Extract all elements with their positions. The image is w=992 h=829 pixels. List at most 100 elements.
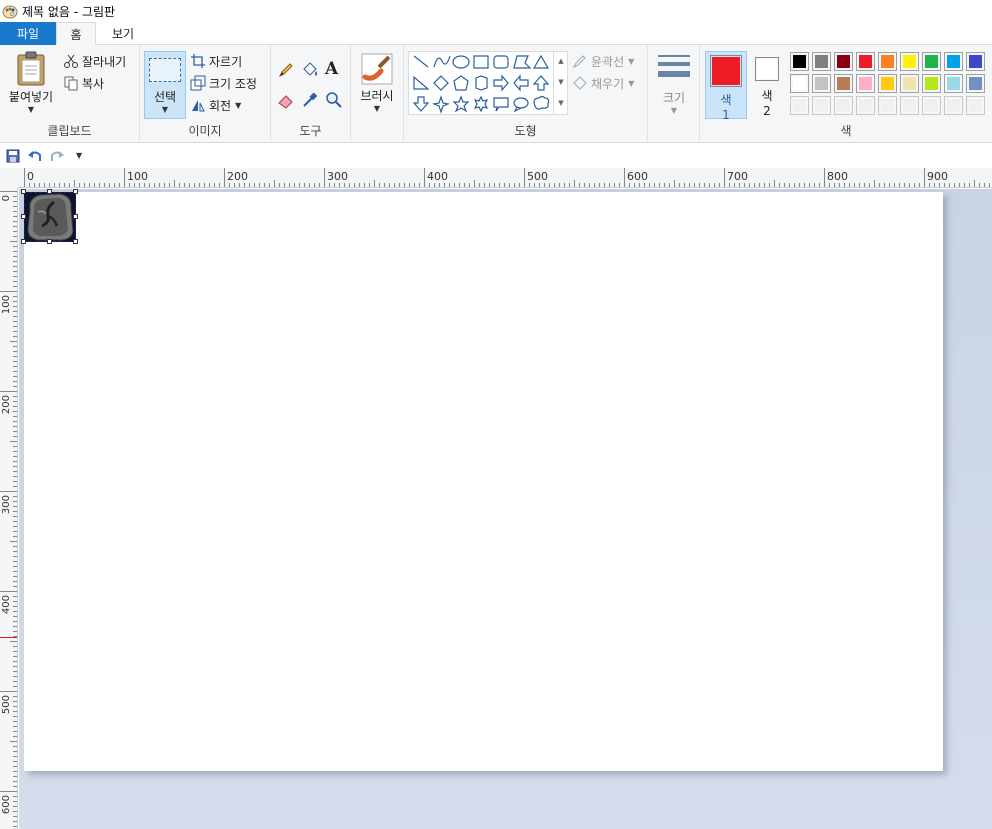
palette-swatch[interactable] [790,52,809,71]
ruler-tick [34,183,35,187]
ruler-tick [619,183,620,187]
ruler-tick [13,326,17,327]
ruler-tick [579,183,580,187]
tab-file[interactable]: 파일 [0,22,56,45]
ruler-tick [13,376,17,377]
palette-swatch[interactable] [900,74,919,93]
outline-button[interactable]: 윤곽선 ▼ [572,51,634,71]
palette-swatch[interactable] [878,96,897,115]
tab-view[interactable]: 보기 [98,22,148,45]
customize-toolbar-icon[interactable]: ▼ [76,151,82,160]
ruler-tick [13,601,17,602]
ruler-tick [679,183,680,187]
ruler-tick [13,701,17,702]
rotate-button[interactable]: 회전 ▼ [190,95,241,115]
palette-swatch[interactable] [878,74,897,93]
color2-button[interactable]: 색 2 [750,51,784,119]
eraser-icon[interactable] [277,91,295,109]
ruler-tick [13,301,17,302]
palette-swatch[interactable] [834,74,853,93]
palette-swatch[interactable] [966,96,985,115]
color1-button[interactable]: 색 1 [705,51,747,122]
select-button[interactable]: 선택 ▼ [144,51,186,119]
palette-swatch-color [925,99,938,112]
resize-button[interactable]: 크기 조정 [190,73,257,93]
expand-gallery-icon[interactable]: ▼ [554,93,568,114]
ruler-tick [249,183,250,187]
drawing-canvas[interactable] [21,189,943,771]
palette-swatch[interactable] [900,52,919,71]
resize-handle-left[interactable] [21,214,26,219]
ruler-tick [13,271,17,272]
paste-button[interactable]: 붙여넣기 ▼ [4,49,58,121]
copy-label: 복사 [82,76,105,91]
palette-swatch[interactable] [922,52,941,71]
palette-swatch[interactable] [922,96,941,115]
text-icon[interactable]: A [325,59,338,79]
palette-swatch[interactable] [856,96,875,115]
palette-swatch[interactable] [856,52,875,71]
size-button[interactable]: 크기 ▼ [652,51,696,121]
copy-button[interactable]: 복사 [63,73,104,93]
palette-swatch[interactable] [878,52,897,71]
redo-icon[interactable] [50,149,64,163]
palette-swatch[interactable] [834,52,853,71]
shapes-gallery[interactable] [408,51,568,115]
palette-swatch[interactable] [944,74,963,93]
palette-swatch[interactable] [812,74,831,93]
magnifier-icon[interactable] [325,91,343,109]
palette-swatch[interactable] [856,74,875,93]
palette-swatch[interactable] [812,96,831,115]
pencil-icon[interactable] [277,61,295,79]
ruler-tick [769,183,770,187]
resize-handle-bottom[interactable] [47,239,52,244]
palette-swatch[interactable] [944,96,963,115]
ruler-tick [484,183,485,187]
resize-handle-top-right[interactable] [73,189,78,194]
scroll-up-icon[interactable]: ▲ [554,51,568,72]
fill-button[interactable]: 채우기 ▼ [572,73,634,93]
palette-swatch[interactable] [966,52,985,71]
rotate-icon [192,100,205,112]
ruler-tick [544,183,545,187]
palette-swatch[interactable] [900,96,919,115]
shapes-scrollbar[interactable]: ▲ ▼ ▼ [553,51,568,115]
crop-button[interactable]: 자르기 [190,51,242,71]
resize-icon [190,75,206,91]
cut-button[interactable]: 잘라내기 [63,51,126,71]
ruler-tick [474,180,475,187]
palette-swatch[interactable] [922,74,941,93]
fill-bucket-icon[interactable] [301,61,319,79]
ruler-tick [719,183,720,187]
resize-handle-right[interactable] [73,214,78,219]
color-picker-icon[interactable] [301,91,319,109]
resize-handle-bottom-right[interactable] [73,239,78,244]
ruler-tick [0,291,17,292]
resize-handle-bottom-left[interactable] [21,239,26,244]
undo-icon[interactable] [28,149,42,163]
palette-swatch[interactable] [944,52,963,71]
ruler-tick [13,781,17,782]
cursor-position-marker [0,637,17,638]
ruler-tick [13,206,17,207]
palette-swatch[interactable] [812,52,831,71]
brushes-button[interactable]: 브러시 ▼ [355,51,399,121]
selected-image-region[interactable] [21,189,78,244]
scroll-down-icon[interactable]: ▼ [554,72,568,93]
resize-handle-top[interactable] [47,189,52,194]
ruler-tick [754,183,755,187]
ruler-tick [13,656,17,657]
palette-swatch[interactable] [790,96,809,115]
paint-app-icon[interactable] [2,3,18,19]
ruler-tick [599,183,600,187]
tab-home[interactable]: 홈 [56,22,96,46]
ruler-tick [489,183,490,187]
palette-swatch[interactable] [834,96,853,115]
palette-swatch[interactable] [966,74,985,93]
palette-swatch[interactable] [790,74,809,93]
resize-handle-top-left[interactable] [21,189,26,194]
ruler-tick [13,331,17,332]
save-icon[interactable] [6,149,20,163]
size-group: 크기 ▼ [648,45,700,143]
ruler-tick [13,281,17,282]
